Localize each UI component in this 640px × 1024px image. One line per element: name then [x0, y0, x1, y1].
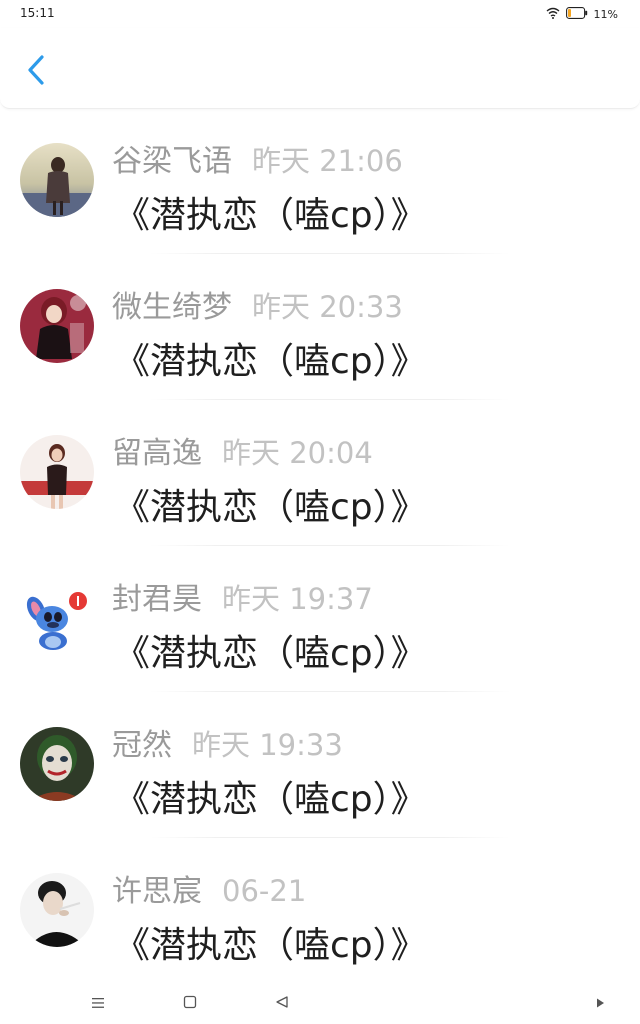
message-text: 《潜执恋（嗑cp）》 — [114, 487, 427, 528]
avatar[interactable] — [20, 873, 94, 947]
back-button[interactable] — [16, 52, 56, 92]
back-nav-button[interactable] — [262, 982, 302, 1024]
avatar[interactable] — [20, 289, 94, 363]
message-row[interactable]: 微生绮梦 昨天 20:33 《潜执恋（嗑cp）》 — [0, 254, 640, 400]
sender-name: 谷梁飞语 — [112, 144, 232, 179]
status-bar: 15:11 11% — [0, 0, 640, 28]
play-button[interactable] — [580, 982, 620, 1024]
message-time: 昨天 20:04 — [222, 436, 373, 470]
message-text: 《潜执恋（嗑cp）》 — [114, 779, 427, 820]
avatar[interactable] — [20, 581, 94, 655]
wifi-icon — [546, 7, 560, 22]
message-text: 《潜执恋（嗑cp）》 — [114, 195, 427, 236]
sender-name: 封君昊 — [112, 582, 202, 617]
status-indicators: 11% — [546, 5, 618, 23]
home-button[interactable] — [170, 982, 210, 1024]
sender-name: 冠然 — [112, 728, 172, 763]
battery-percent: 11% — [593, 7, 618, 21]
sender-name: 留高逸 — [112, 436, 202, 471]
message-time: 昨天 20:33 — [252, 290, 403, 324]
avatar[interactable] — [20, 143, 94, 217]
message-row[interactable]: 留高逸 昨天 20:04 《潜执恋（嗑cp）》 — [0, 400, 640, 546]
message-row[interactable]: 许思宸 06-21 《潜执恋（嗑cp）》 — [0, 838, 640, 984]
message-text: 《潜执恋（嗑cp）》 — [114, 633, 427, 674]
message-time: 06-21 — [222, 874, 307, 908]
message-time: 昨天 19:33 — [192, 728, 343, 762]
status-time: 15:11 — [20, 6, 55, 20]
sender-name: 许思宸 — [112, 874, 202, 909]
message-text: 《潜执恋（嗑cp）》 — [114, 925, 427, 966]
message-list: 谷梁飞语 昨天 21:06 《潜执恋（嗑cp）》 微生绮梦 昨天 20:33 《… — [0, 108, 640, 984]
sender-name: 微生绮梦 — [112, 290, 232, 325]
message-row[interactable]: 封君昊 昨天 19:37 《潜执恋（嗑cp）》 — [0, 546, 640, 692]
battery-icon — [565, 6, 588, 22]
avatar[interactable] — [20, 435, 94, 509]
message-text: 《潜执恋（嗑cp）》 — [114, 341, 427, 382]
message-meta: 微生绮梦 昨天 20:33 — [112, 282, 403, 325]
message-meta: 许思宸 06-21 — [112, 866, 306, 909]
message-meta: 留高逸 昨天 20:04 — [112, 428, 373, 471]
menu-button[interactable] — [78, 982, 118, 1024]
avatar[interactable] — [20, 727, 94, 801]
header — [0, 28, 640, 109]
chevron-left-icon — [26, 54, 46, 90]
message-meta: 冠然 昨天 19:33 — [112, 720, 343, 763]
navigation-bar — [0, 982, 640, 1024]
message-time: 昨天 19:37 — [222, 582, 373, 616]
menu-icon — [91, 994, 105, 1013]
back-triangle-icon — [275, 994, 289, 1013]
message-meta: 谷梁飞语 昨天 21:06 — [112, 136, 403, 179]
message-row[interactable]: 谷梁飞语 昨天 21:06 《潜执恋（嗑cp）》 — [0, 108, 640, 254]
home-icon — [183, 994, 197, 1013]
message-time: 昨天 21:06 — [252, 144, 403, 178]
play-icon — [594, 994, 606, 1013]
message-meta: 封君昊 昨天 19:37 — [112, 574, 373, 617]
message-row[interactable]: 冠然 昨天 19:33 《潜执恋（嗑cp）》 — [0, 692, 640, 838]
